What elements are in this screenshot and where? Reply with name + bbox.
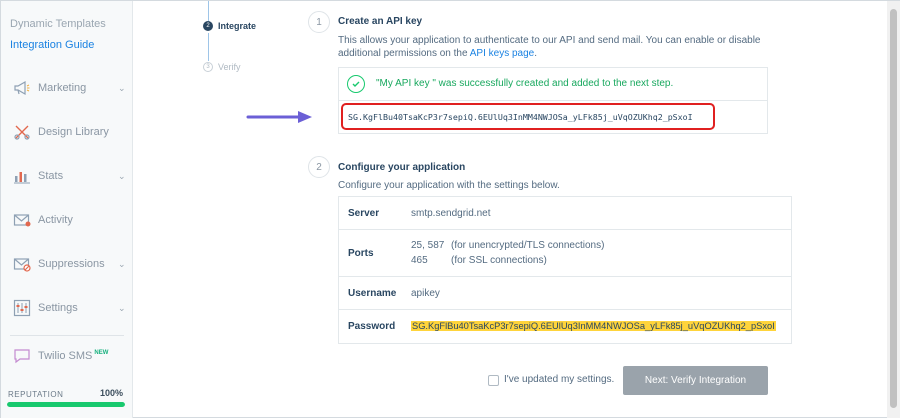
sidebar-item-design-library[interactable]: Design Library xyxy=(1,117,133,147)
sidebar-item-label: Stats xyxy=(38,170,64,182)
table-row-username: Username apikey xyxy=(339,277,791,310)
sliders-icon xyxy=(13,299,31,317)
password-value[interactable]: SG.KgFlBu40TsaKcP3r7sepiQ.6EUlUq3InMM4NW… xyxy=(411,321,776,331)
sidebar-sublink-dynamic-templates[interactable]: Dynamic Templates xyxy=(10,18,106,30)
description-text: . xyxy=(534,48,538,59)
app-window: Dynamic Templates Integration Guide Mark… xyxy=(0,0,900,418)
section-title-configure: Configure your application xyxy=(338,162,466,173)
step-connector xyxy=(208,33,209,61)
reputation-bar xyxy=(7,402,125,407)
api-keys-page-link[interactable]: API keys page xyxy=(470,48,534,59)
sidebar-item-label-wrap: Twilio SMS NEW xyxy=(38,350,108,362)
chevron-down-icon: ⌄ xyxy=(118,302,126,313)
reputation-label: REPUTATION xyxy=(8,390,64,399)
sidebar-item-label: Twilio SMS xyxy=(38,350,93,362)
sidebar: Dynamic Templates Integration Guide Mark… xyxy=(1,1,133,418)
smtp-settings-table: Server smtp.sendgrid.net Ports 25, 587 (… xyxy=(338,196,792,344)
server-value[interactable]: smtp.sendgrid.net xyxy=(411,208,491,219)
description-text: additional permissions on the xyxy=(338,48,470,59)
api-key-text: SG.KgFlBu40TsaKcP3r7sepiQ.6EUlUq3InMM4NW… xyxy=(348,111,693,122)
section-title-create-api-key: Create an API key xyxy=(338,16,423,27)
step-label-integrate: Integrate xyxy=(218,21,257,31)
api-key-value[interactable]: SG.KgFlBu40TsaKcP3r7sepiQ.6EUlUq3InMM4NW… xyxy=(341,103,715,130)
row-label: Username xyxy=(348,288,397,299)
new-badge: NEW xyxy=(94,350,109,357)
sidebar-item-stats[interactable]: Stats ⌄ xyxy=(1,161,133,191)
description-line: additional permissions on the API keys p… xyxy=(338,47,761,60)
sidebar-item-label: Design Library xyxy=(38,126,109,138)
section-description: Configure your application with the sett… xyxy=(338,180,560,191)
sidebar-item-label: Marketing xyxy=(38,82,87,94)
check-circle-icon xyxy=(347,75,365,93)
success-row: "My API key " was successfully created a… xyxy=(339,68,767,101)
design-tools-icon xyxy=(13,123,31,141)
sidebar-item-label: Suppressions xyxy=(38,258,105,270)
password-value-wrap: SG.KgFlBu40TsaKcP3r7sepiQ.6EUlUq3InMM4NW… xyxy=(411,321,776,332)
step-number-active: 2 xyxy=(203,21,213,31)
row-label: Password xyxy=(348,321,396,332)
envelope-block-icon xyxy=(13,255,31,273)
table-row-ports: Ports 25, 587 (for unencrypted/TLS conne… xyxy=(339,230,791,277)
username-value[interactable]: apikey xyxy=(411,288,440,299)
chat-bubble-icon xyxy=(13,347,31,365)
chevron-down-icon: ⌄ xyxy=(118,82,126,93)
sidebar-item-marketing[interactable]: Marketing ⌄ xyxy=(1,73,133,103)
reputation-value: 100% xyxy=(100,388,124,398)
sidebar-item-twilio-sms[interactable]: Twilio SMS NEW xyxy=(1,341,133,371)
port-note: (for SSL connections) xyxy=(451,255,547,266)
port-note: (for unencrypted/TLS connections) xyxy=(451,240,605,251)
section-number-1: 1 xyxy=(308,11,330,33)
sidebar-item-settings[interactable]: Settings ⌄ xyxy=(1,293,133,323)
success-message: "My API key " was successfully created a… xyxy=(376,78,674,89)
sidebar-item-label: Activity xyxy=(38,214,73,226)
next-verify-integration-button[interactable]: Next: Verify Integration xyxy=(623,366,768,395)
page-scrollbar[interactable] xyxy=(887,1,900,418)
step-number-inactive: 3 xyxy=(203,62,213,72)
checkbox-label: I've updated my settings. xyxy=(504,374,615,385)
port-value: 25, 587 xyxy=(411,240,445,251)
bar-chart-icon xyxy=(13,167,31,185)
megaphone-icon xyxy=(13,79,31,97)
table-row-server: Server smtp.sendgrid.net xyxy=(339,197,791,230)
chevron-down-icon: ⌄ xyxy=(118,258,126,269)
sidebar-sublink-integration-guide[interactable]: Integration Guide xyxy=(10,39,94,51)
port-value: 465 xyxy=(411,255,428,266)
step-label-verify: Verify xyxy=(218,62,241,72)
chevron-down-icon: ⌄ xyxy=(118,170,126,181)
section-number-2: 2 xyxy=(308,156,330,178)
reputation-bar-fill xyxy=(7,402,125,407)
sidebar-divider xyxy=(10,335,124,336)
arrow-right-icon xyxy=(246,111,312,123)
sidebar-item-suppressions[interactable]: Suppressions ⌄ xyxy=(1,249,133,279)
table-row-password: Password SG.KgFlBu40TsaKcP3r7sepiQ.6EUlU… xyxy=(339,310,791,343)
sidebar-item-activity[interactable]: Activity xyxy=(1,205,133,235)
row-label: Ports xyxy=(348,248,374,259)
step-connector xyxy=(208,1,209,21)
settings-updated-checkbox[interactable] xyxy=(488,375,499,386)
envelope-activity-icon xyxy=(13,211,31,229)
row-label: Server xyxy=(348,208,380,219)
sidebar-item-label: Settings xyxy=(38,302,78,314)
section-description: This allows your application to authenti… xyxy=(338,34,761,60)
scrollbar-thumb[interactable] xyxy=(890,9,897,408)
description-line: This allows your application to authenti… xyxy=(338,35,761,46)
